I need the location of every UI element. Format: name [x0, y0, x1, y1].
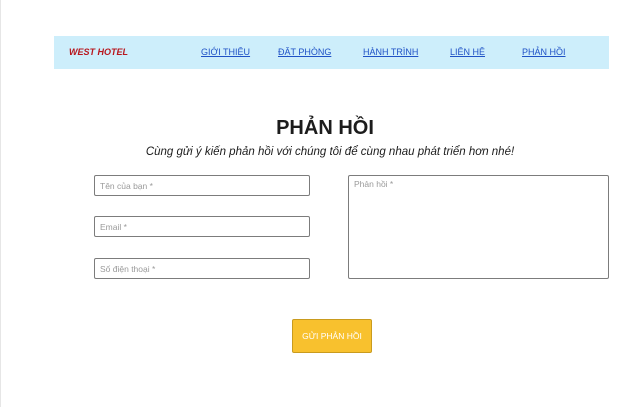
name-field[interactable] — [94, 175, 310, 196]
nav-link-booking[interactable]: ĐẶT PHÒNG — [278, 47, 331, 57]
page: WEST HOTEL GIỚI THIỆU ĐẶT PHÒNG HÀNH TRÌ… — [0, 0, 640, 407]
phone-field[interactable] — [94, 258, 310, 279]
nav-link-about[interactable]: GIỚI THIỆU — [201, 47, 250, 57]
nav-link-contact[interactable]: LIÊN HỆ — [450, 47, 485, 57]
nav-link-journey[interactable]: HÀNH TRÌNH — [363, 47, 418, 57]
nav-link-feedback[interactable]: PHẢN HỒI — [522, 47, 566, 57]
email-field[interactable] — [94, 216, 310, 237]
feedback-message-field[interactable] — [348, 175, 609, 279]
submit-feedback-button[interactable]: GỬI PHẢN HỒI — [292, 319, 372, 353]
brand-logo[interactable]: WEST HOTEL — [69, 47, 128, 57]
page-title: PHẢN HỒI — [276, 117, 374, 139]
navbar: WEST HOTEL GIỚI THIỆU ĐẶT PHÒNG HÀNH TRÌ… — [54, 36, 609, 69]
page-subtitle: Cùng gửi ý kiến phản hồi với chúng tôi đ… — [145, 146, 515, 158]
